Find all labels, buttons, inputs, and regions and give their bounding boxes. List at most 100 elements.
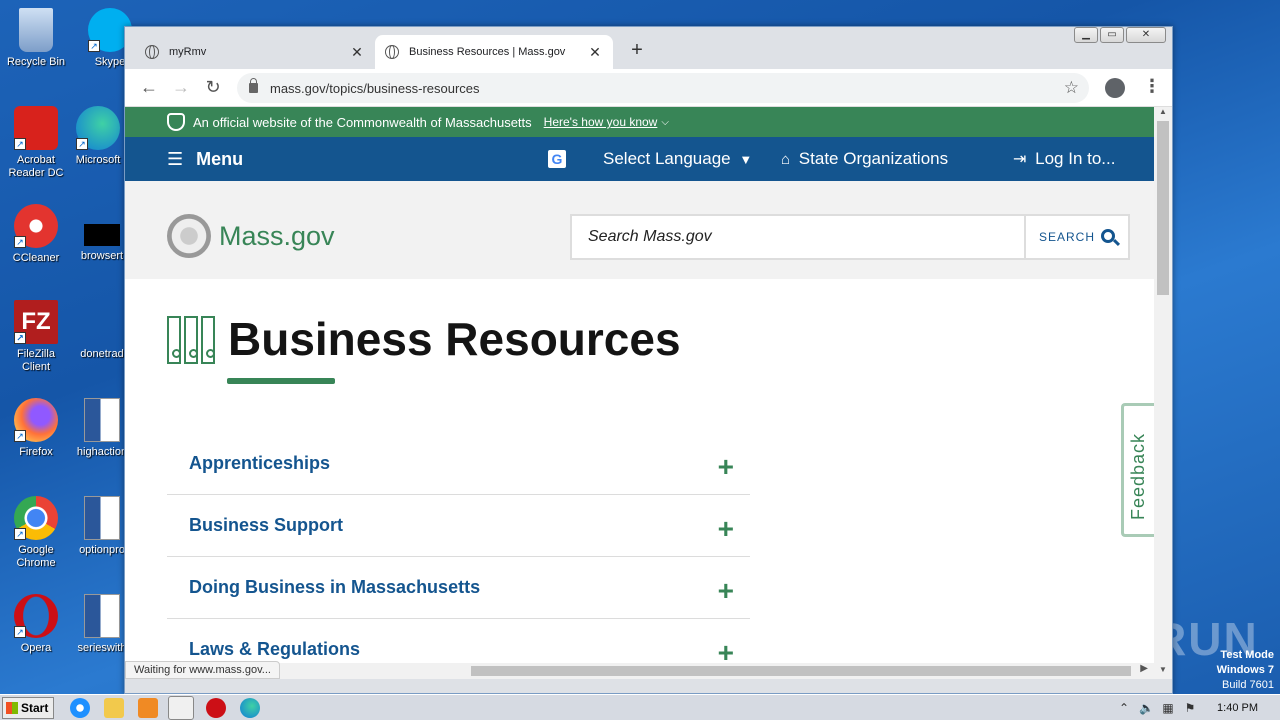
tray-expand-icon[interactable]: ⌃ bbox=[1117, 701, 1131, 715]
tab-title: Business Resources | Mass.gov bbox=[409, 46, 566, 58]
page-viewport: An official website of the Commonwealth … bbox=[125, 107, 1154, 679]
desktop-icon-chrome[interactable]: ↗ Google Chrome bbox=[4, 496, 68, 570]
close-tab-icon[interactable]: ✕ bbox=[349, 44, 365, 61]
search-icon bbox=[1101, 229, 1115, 243]
profile-icon[interactable] bbox=[1105, 78, 1125, 98]
tab-business-resources[interactable]: Business Resources | Mass.gov ✕ bbox=[375, 35, 613, 69]
desktop-icon-label: donetrad bbox=[80, 348, 124, 360]
close-window-button[interactable]: ✕ bbox=[1126, 27, 1166, 43]
menu-button[interactable]: ☰ Menu bbox=[167, 149, 243, 170]
browser-menu-icon[interactable]: ⋮ bbox=[1143, 76, 1161, 97]
desktop-icon-label: Microsoft bbox=[75, 154, 121, 166]
scroll-right-arrow-icon[interactable]: ▶ bbox=[1140, 663, 1148, 674]
close-tab-icon[interactable]: ✕ bbox=[587, 44, 603, 61]
vertical-scrollbar[interactable]: ▲ ▼ bbox=[1154, 107, 1172, 679]
desktop-icon-ccleaner[interactable]: ↗ CCleaner bbox=[4, 204, 68, 265]
google-translate-icon: G bbox=[548, 150, 566, 168]
action-center-flag-icon[interactable]: ⚑ bbox=[1183, 701, 1197, 715]
desktop-icon-label: Skype bbox=[94, 56, 126, 68]
acrobat-icon: ↗ bbox=[14, 106, 58, 150]
chevron-down-icon: ▼ bbox=[739, 152, 753, 167]
accordion-item-business-support[interactable]: Business Support + bbox=[167, 495, 750, 557]
internet-explorer-icon[interactable] bbox=[70, 698, 90, 718]
network-icon[interactable]: ▦ bbox=[1161, 701, 1175, 715]
hamburger-icon: ☰ bbox=[167, 149, 184, 169]
log-in-button[interactable]: ⇥ Log In to... bbox=[1013, 149, 1115, 169]
expand-plus-icon[interactable]: + bbox=[718, 453, 734, 481]
forward-button[interactable]: → bbox=[165, 77, 197, 98]
lock-icon[interactable] bbox=[249, 78, 258, 93]
log-in-label: Log In to... bbox=[1035, 149, 1116, 168]
browser-toolbar: ← → ↻ mass.gov/topics/business-resources… bbox=[125, 69, 1172, 107]
volume-icon[interactable]: 🔈 bbox=[1139, 701, 1154, 715]
binders-icon bbox=[167, 316, 215, 364]
scroll-down-arrow-icon[interactable]: ▼ bbox=[1154, 665, 1172, 679]
windows-version-line: Windows 7 bbox=[1216, 664, 1274, 676]
desktop-icon-firefox[interactable]: ↗ Firefox bbox=[4, 398, 68, 459]
address-bar[interactable]: mass.gov/topics/business-resources ☆ bbox=[237, 73, 1089, 103]
desktop-icon-acrobat[interactable]: ↗ Acrobat Reader DC bbox=[4, 106, 68, 180]
desktop-icon-label: Opera bbox=[20, 642, 52, 654]
word-document-icon bbox=[84, 594, 120, 638]
expand-plus-icon[interactable]: + bbox=[718, 577, 734, 605]
expand-plus-icon[interactable]: + bbox=[718, 515, 734, 543]
accordion-item-doing-business[interactable]: Doing Business in Massachusetts + bbox=[167, 557, 750, 619]
new-tab-button[interactable]: + bbox=[625, 39, 649, 62]
heres-how-you-know-link[interactable]: Here's how you know bbox=[544, 115, 658, 129]
accordion-item-apprenticeships[interactable]: Apprenticeships + bbox=[167, 433, 750, 495]
topics-accordion: Apprenticeships + Business Support + Doi… bbox=[167, 433, 750, 679]
status-bar: Waiting for www.mass.gov... bbox=[125, 661, 280, 679]
state-organizations-label: State Organizations bbox=[798, 149, 949, 168]
massachusetts-seal-icon[interactable] bbox=[167, 214, 211, 258]
opera-taskbar-icon[interactable] bbox=[206, 698, 226, 718]
select-language-label: Select Language bbox=[603, 149, 731, 168]
test-mode-notice: Test Mode Windows 7 Build 7601 bbox=[1217, 648, 1274, 693]
tab-title: myRmv bbox=[169, 46, 207, 58]
chrome-taskbar-icon[interactable] bbox=[168, 696, 194, 720]
desktop-icon-opera[interactable]: ↗ Opera bbox=[4, 594, 68, 655]
search-input[interactable]: Search Mass.gov bbox=[572, 216, 1024, 258]
official-site-banner: An official website of the Commonwealth … bbox=[125, 107, 1154, 137]
menu-label: Menu bbox=[196, 149, 244, 169]
media-player-icon[interactable] bbox=[138, 698, 158, 718]
file-explorer-icon[interactable] bbox=[104, 698, 124, 718]
desktop-icon-edge[interactable]: ↗ Microsoft bbox=[66, 106, 130, 167]
chrome-icon: ↗ bbox=[14, 496, 58, 540]
desktop-icon-label: Firefox bbox=[19, 446, 53, 458]
clock[interactable]: 1:40 PM bbox=[1217, 702, 1258, 714]
search-form: Search Mass.gov SEARCH bbox=[570, 214, 1130, 260]
recycle-bin-icon bbox=[19, 8, 53, 52]
search-button[interactable]: SEARCH bbox=[1024, 216, 1128, 258]
feedback-tab[interactable]: Feedback bbox=[1121, 403, 1154, 537]
start-button[interactable]: Start bbox=[2, 697, 54, 719]
mass-gov-logo[interactable]: Mass.gov bbox=[219, 221, 335, 252]
desktop-icon-filezilla[interactable]: FZ ↗ FileZilla Client bbox=[4, 300, 68, 374]
expand-plus-icon[interactable]: + bbox=[718, 639, 734, 667]
scroll-up-arrow-icon[interactable]: ▲ bbox=[1154, 107, 1172, 121]
edge-icon: ↗ bbox=[76, 106, 120, 150]
vertical-scroll-thumb[interactable] bbox=[1157, 121, 1169, 295]
desktop-icon-label: FileZilla Client bbox=[17, 348, 55, 373]
chevron-down-icon[interactable]: ⌵ bbox=[661, 117, 669, 128]
horizontal-scroll-thumb[interactable] bbox=[471, 666, 1131, 676]
opera-icon: ↗ bbox=[14, 594, 58, 638]
url-text: mass.gov/topics/business-resources bbox=[270, 80, 480, 96]
test-mode-line: Test Mode bbox=[1220, 649, 1274, 661]
bookmark-star-icon[interactable]: ☆ bbox=[1064, 78, 1079, 98]
select-language-dropdown[interactable]: Select Language ▼ bbox=[603, 149, 752, 169]
title-underline bbox=[227, 378, 335, 384]
desktop-icon-label: Recycle Bin bbox=[6, 56, 66, 68]
ccleaner-icon: ↗ bbox=[14, 204, 58, 248]
desktop-icon-label: Acrobat Reader DC bbox=[8, 154, 64, 179]
state-organizations-button[interactable]: ⌂ State Organizations bbox=[781, 149, 948, 169]
edge-taskbar-icon[interactable] bbox=[240, 698, 260, 718]
reload-button[interactable]: ↻ bbox=[197, 77, 229, 98]
minimize-button[interactable]: ▁ bbox=[1074, 27, 1098, 43]
back-button[interactable]: ← bbox=[133, 77, 165, 98]
window-controls: ▁ ▭ ✕ bbox=[1074, 27, 1166, 43]
maximize-button[interactable]: ▭ bbox=[1100, 27, 1124, 43]
main-nav: ☰ Menu G Select Language ▼ ⌂ State Organ… bbox=[125, 137, 1154, 181]
file-icon bbox=[80, 300, 124, 344]
desktop-icon-recycle-bin[interactable]: Recycle Bin bbox=[4, 8, 68, 69]
tab-myrmv[interactable]: myRmv ✕ bbox=[135, 35, 375, 69]
